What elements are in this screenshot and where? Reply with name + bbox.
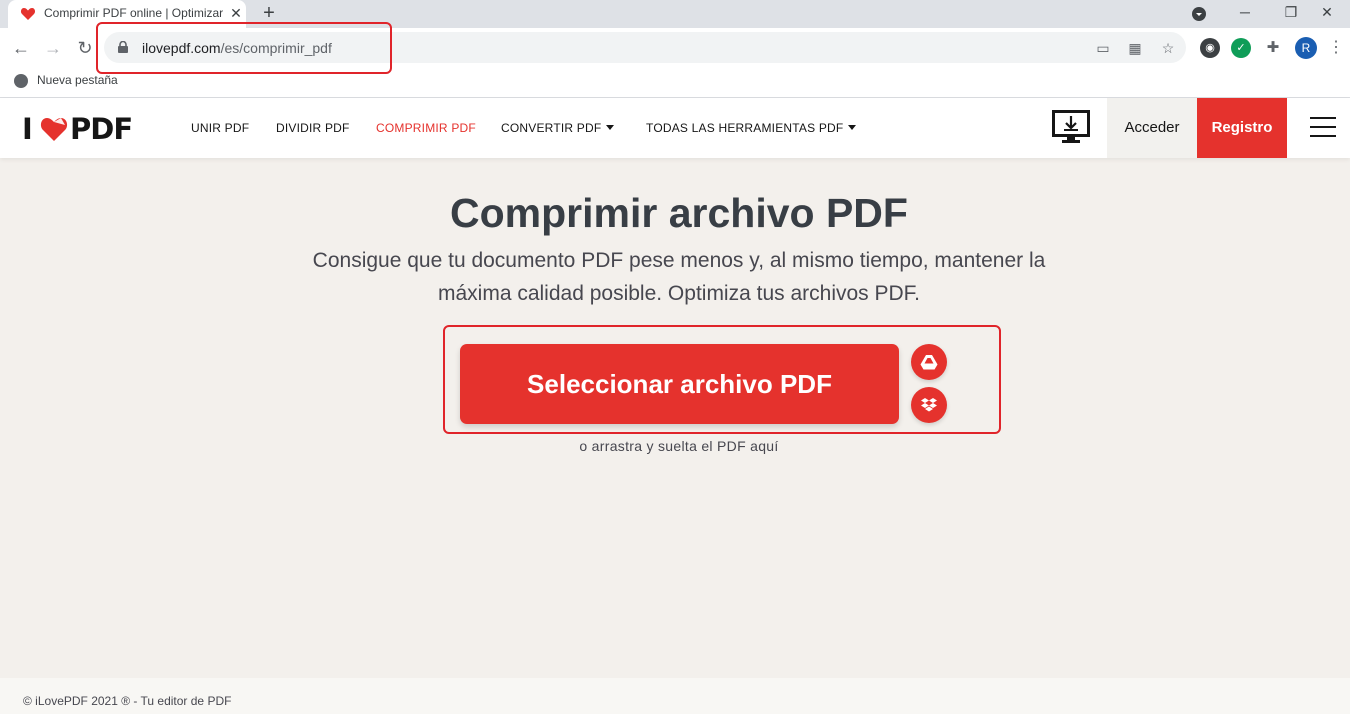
hamburger-menu-icon[interactable] — [1310, 117, 1336, 137]
tab-close-icon[interactable]: ✕ — [228, 4, 244, 22]
google-drive-button[interactable] — [911, 344, 947, 380]
chevron-down-icon — [606, 125, 615, 130]
desktop-download-icon[interactable] — [1052, 110, 1090, 144]
new-tab-button[interactable]: + — [258, 2, 280, 24]
browser-tab[interactable]: Comprimir PDF online | Optimizar ✕ — [8, 0, 246, 28]
extension-globe-icon[interactable]: ◉ — [1200, 38, 1220, 58]
globe-icon — [14, 74, 28, 88]
google-drive-icon — [920, 355, 938, 370]
page-subtitle: Consigue que tu documento PDF pese menos… — [312, 249, 1046, 305]
extension-check-icon[interactable]: ✓ — [1231, 38, 1251, 58]
nav-convert-pdf[interactable]: CONVERTIR PDF — [501, 121, 615, 135]
close-window-icon[interactable]: ✕ — [1304, 0, 1350, 28]
site-header: I PDF UNIR PDF DIVIDIR PDF COMPRIMIR PDF… — [0, 98, 1350, 158]
drag-drop-hint: o arrastra y suelta el PDF aquí — [579, 438, 779, 454]
browser-tabstrip: Comprimir PDF online | Optimizar ✕ + ─ ❐… — [0, 0, 1350, 28]
select-pdf-button[interactable]: Seleccionar archivo PDF — [460, 344, 899, 424]
tab-search-icon[interactable] — [1191, 6, 1207, 22]
minimize-icon[interactable]: ─ — [1222, 0, 1268, 28]
nav-split-pdf[interactable]: DIVIDIR PDF — [276, 121, 350, 135]
bookmark-star-icon[interactable]: ☆ — [1159, 39, 1177, 57]
address-bar[interactable]: ilovepdf.com/es/comprimir_pdf ▭ ▦ ☆ — [104, 32, 1186, 63]
nav-compress-pdf[interactable]: COMPRIMIR PDF — [376, 121, 476, 135]
reload-icon[interactable]: ↻ — [74, 37, 96, 59]
qr-code-icon[interactable]: ▦ — [1126, 39, 1144, 57]
login-button[interactable]: Acceder — [1107, 98, 1197, 158]
page-title: Comprimir archivo PDF — [450, 190, 908, 236]
tab-title: Comprimir PDF online | Optimizar — [44, 6, 224, 20]
lock-icon[interactable] — [118, 41, 128, 53]
back-icon[interactable]: ← — [10, 37, 32, 59]
signup-button[interactable]: Registro — [1197, 98, 1287, 158]
browser-toolbar: ← → ↻ ilovepdf.com/es/comprimir_pdf ▭ ▦ … — [0, 28, 1350, 68]
dropbox-icon — [921, 398, 937, 412]
dropbox-button[interactable] — [911, 387, 947, 423]
bookmarks-bar: Nueva pestaña — [0, 68, 1350, 98]
bookmark-new-tab[interactable]: Nueva pestaña — [37, 73, 118, 87]
extensions-puzzle-icon[interactable]: ✚ — [1263, 38, 1283, 58]
heart-favicon-icon — [20, 8, 36, 20]
heart-logo-icon — [40, 118, 68, 141]
forward-icon[interactable]: → — [42, 37, 64, 59]
cast-icon[interactable]: ▭ — [1094, 39, 1112, 57]
site-footer: © iLovePDF 2021 ® - Tu editor de PDF — [0, 678, 1350, 714]
nav-all-tools[interactable]: TODAS LAS HERRAMIENTAS PDF — [646, 121, 857, 135]
ilovepdf-logo[interactable]: I PDF — [22, 112, 147, 146]
browser-menu-icon[interactable]: ⋮ — [1328, 37, 1344, 59]
url-text[interactable]: ilovepdf.com/es/comprimir_pdf — [142, 40, 332, 56]
profile-avatar[interactable]: R — [1295, 37, 1317, 59]
footer-copyright: © iLovePDF 2021 ® - Tu editor de PDF — [23, 694, 232, 708]
nav-merge-pdf[interactable]: UNIR PDF — [191, 121, 249, 135]
chevron-down-icon — [848, 125, 857, 130]
